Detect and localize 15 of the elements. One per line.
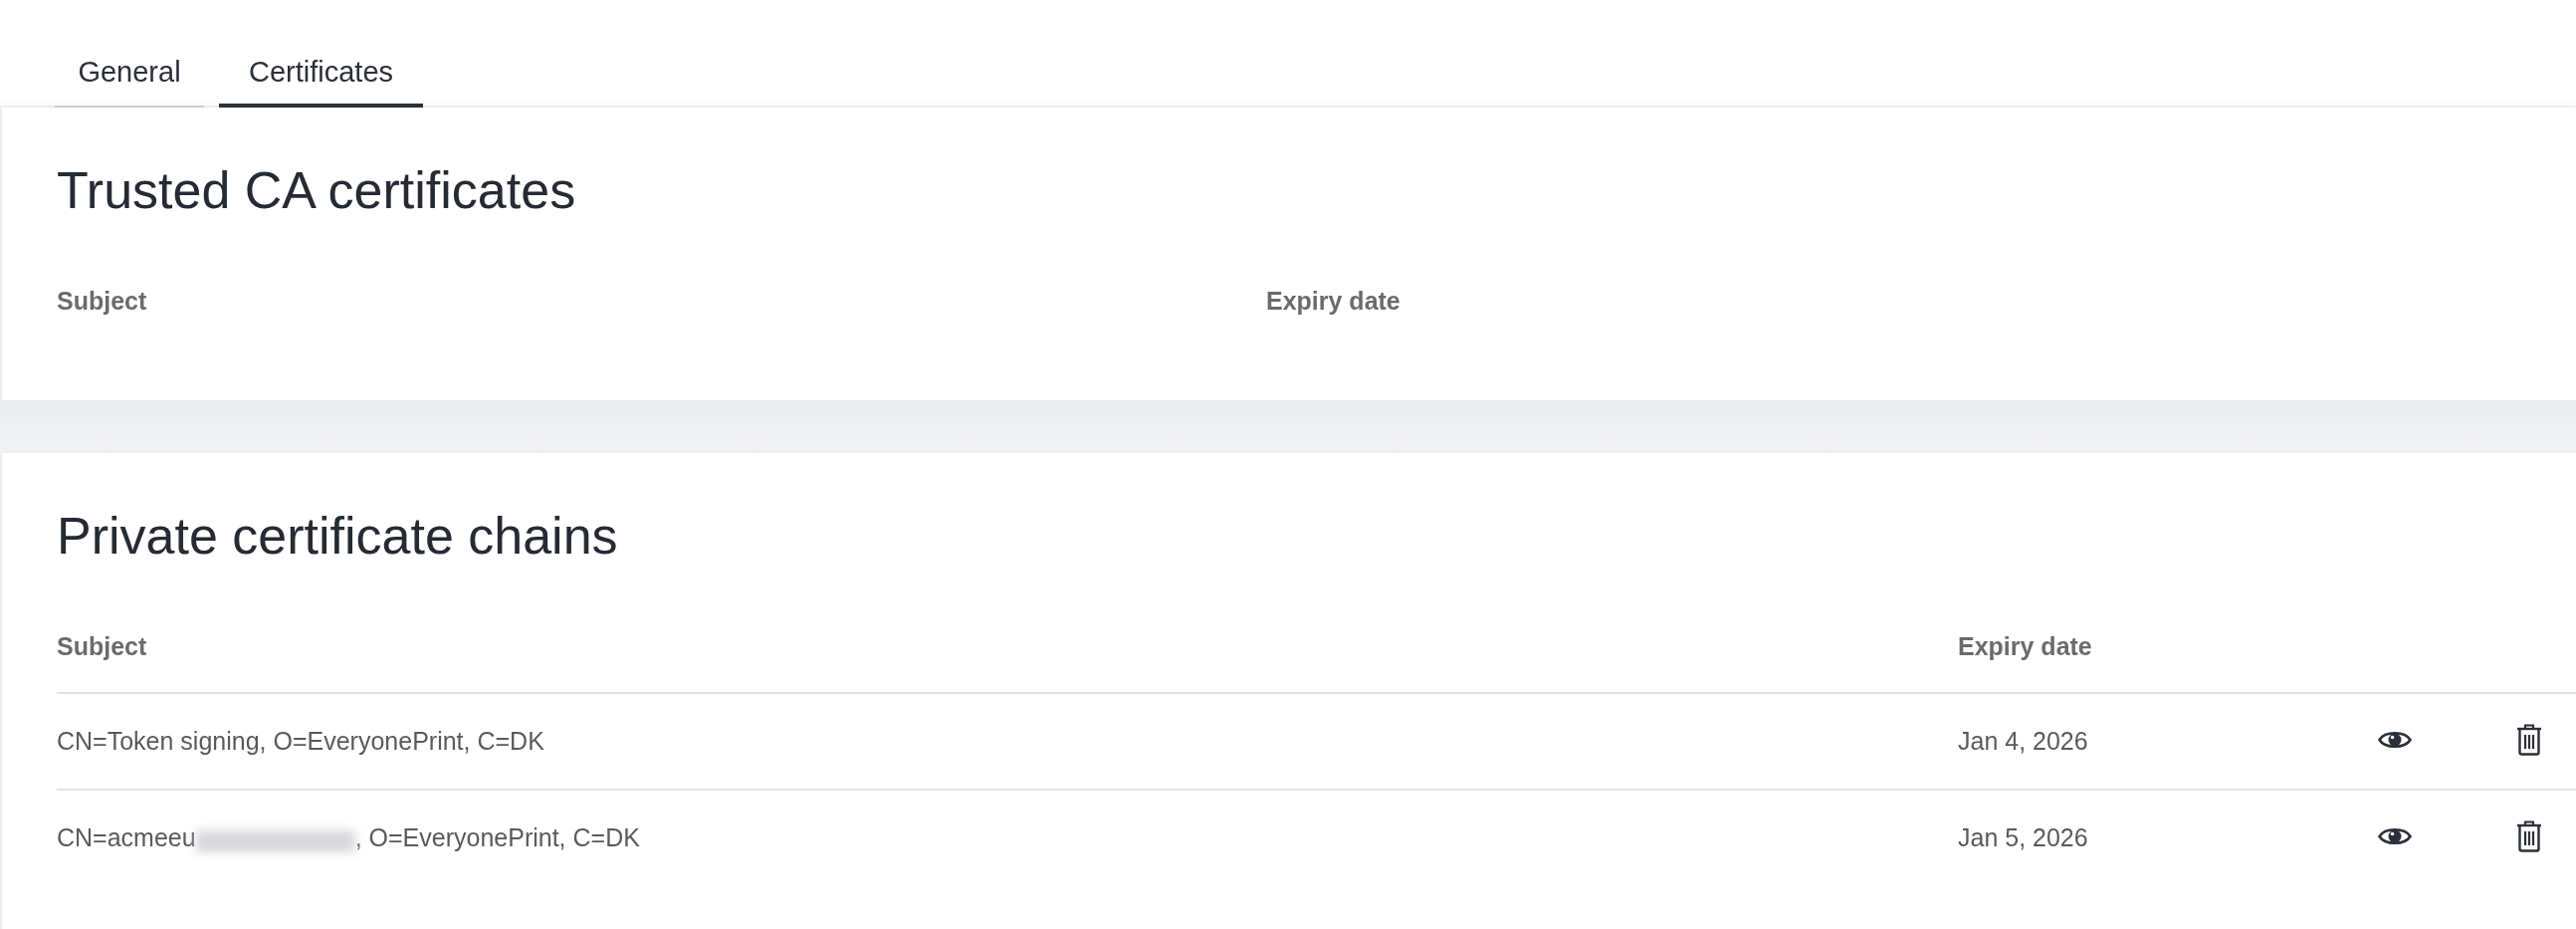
column-header: Expiry date xyxy=(1266,287,1400,315)
subject-text: , O=EveryonePrint, C=DK xyxy=(354,822,640,851)
expiry-date: Jan 5, 2026 xyxy=(1958,823,2088,851)
section-title: Private certificate chains xyxy=(57,506,618,567)
delete-button[interactable] xyxy=(2516,723,2542,756)
column-header: Subject xyxy=(57,287,147,315)
delete-button[interactable] xyxy=(2516,819,2542,852)
trash-icon xyxy=(2516,723,2542,756)
subject-text: CN=acmeeu xyxy=(57,822,196,851)
subject-text: CN=Token signing, O=EveryonePrint, C=DK xyxy=(57,727,544,755)
column-header: Expiry date xyxy=(1958,632,2092,660)
trash-icon xyxy=(2516,819,2542,852)
column-header: Subject xyxy=(57,632,147,660)
section-title: Trusted CA certificates xyxy=(57,160,576,221)
expiry-date: Jan 4, 2026 xyxy=(1958,727,2088,755)
